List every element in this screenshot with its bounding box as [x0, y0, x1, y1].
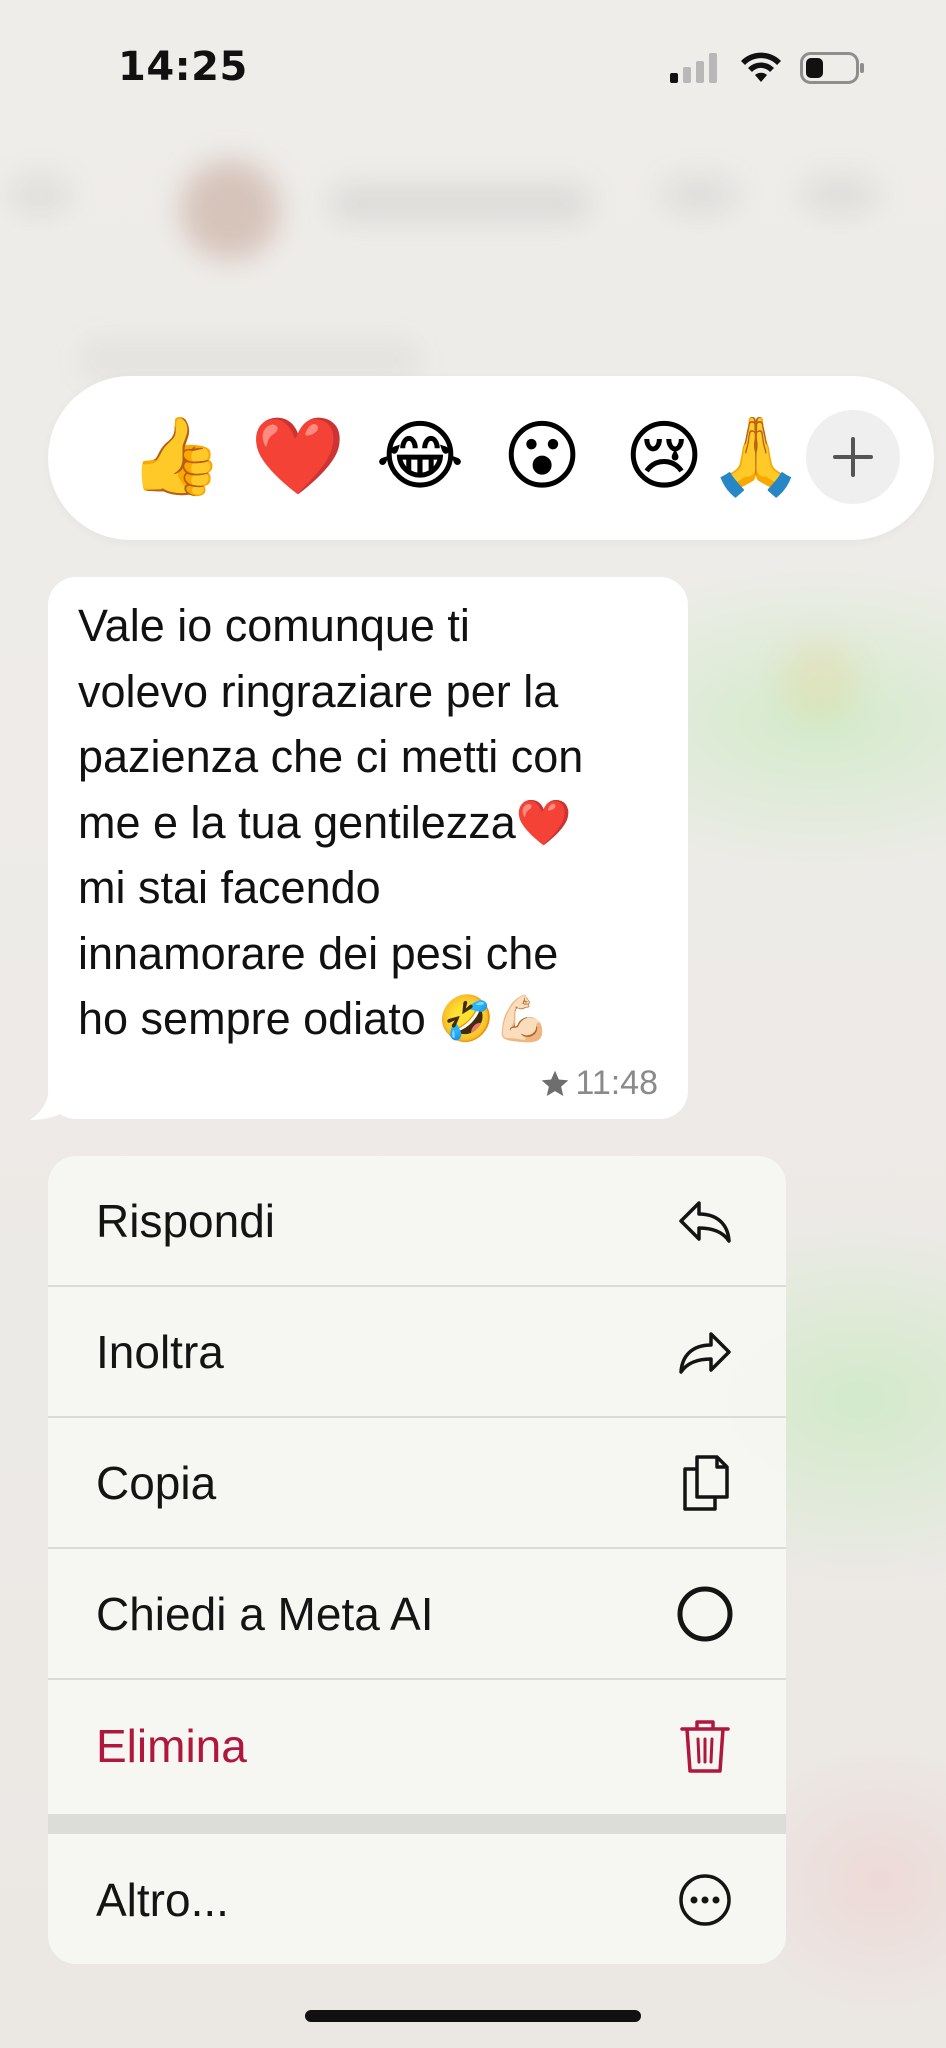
menu-item-copy[interactable]: Copia [48, 1418, 786, 1549]
message-bubble[interactable]: Vale io comunque ti volevo ringraziare p… [48, 577, 688, 1119]
menu-item-label: Altro... [96, 1873, 229, 1926]
menu-item-delete[interactable]: Elimina [48, 1680, 786, 1811]
plus-icon [833, 437, 873, 477]
status-time: 14:25 [118, 44, 248, 90]
home-indicator[interactable] [305, 2010, 641, 2022]
forward-icon [676, 1323, 734, 1381]
menu-item-label: Rispondi [96, 1194, 275, 1247]
trash-icon [676, 1717, 734, 1775]
reaction-crying-face[interactable]: 😢 [612, 404, 716, 508]
status-icons [670, 52, 866, 84]
status-bar: 14:25 [0, 0, 946, 140]
reaction-tears-of-joy[interactable]: 😂 [368, 404, 472, 508]
wifi-icon [741, 52, 781, 82]
copy-icon [676, 1454, 734, 1512]
menu-item-forward[interactable]: Inoltra [48, 1287, 786, 1418]
reaction-bar: 👍 ❤️ 😂 😮 😢 🙏 [48, 376, 934, 540]
cellular-signal-icon [670, 53, 717, 83]
menu-item-reply[interactable]: Rispondi [48, 1156, 786, 1287]
menu-item-ask-meta-ai[interactable]: Chiedi a Meta AI [48, 1549, 786, 1680]
meta-ai-icon [676, 1585, 734, 1643]
reaction-folded-hands[interactable]: 🙏 [704, 404, 808, 508]
message-context-menu: Rispondi Inoltra Copia Chiedi a Meta AI [48, 1156, 786, 1964]
message-time: 11:48 [575, 1064, 658, 1102]
reaction-open-mouth[interactable]: 😮 [490, 404, 594, 508]
reaction-thumbs-up[interactable]: 👍 [124, 404, 228, 508]
ellipsis-circle-icon [676, 1871, 734, 1929]
menu-item-label: Copia [96, 1456, 217, 1509]
reaction-red-heart[interactable]: ❤️ [246, 404, 350, 508]
message-meta: 11:48 [539, 1064, 658, 1103]
menu-item-label: Chiedi a Meta AI [96, 1587, 434, 1640]
menu-item-label: Elimina [96, 1719, 247, 1772]
reply-icon [676, 1192, 734, 1250]
message-text: Vale io comunque ti volevo ringraziare p… [78, 600, 584, 1044]
battery-icon [800, 52, 864, 84]
more-reactions-button[interactable] [806, 410, 900, 504]
menu-item-label: Inoltra [96, 1325, 224, 1378]
menu-separator [48, 1814, 786, 1834]
menu-item-more[interactable]: Altro... [48, 1834, 786, 1964]
star-icon [542, 1070, 569, 1096]
